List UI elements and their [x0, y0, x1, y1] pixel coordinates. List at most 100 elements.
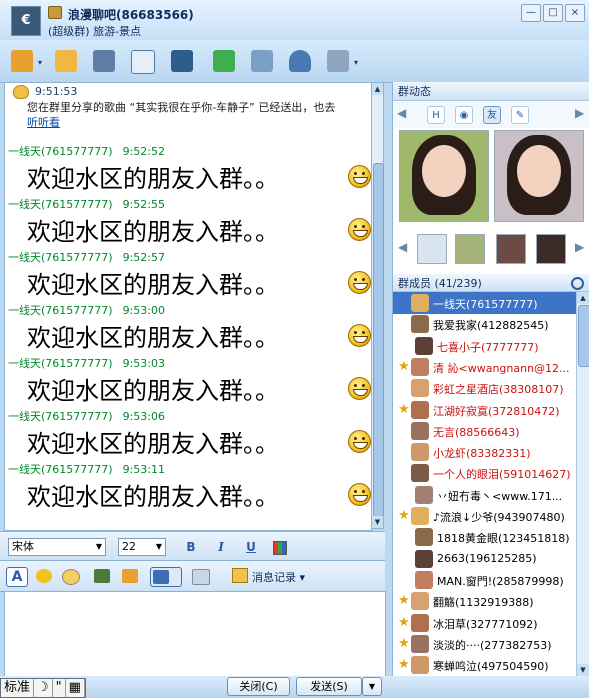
tab-friends[interactable]: 友	[483, 106, 501, 124]
avatar[interactable]	[411, 592, 429, 611]
member-item[interactable]: ★ 冰泪草(327771092)	[393, 612, 576, 634]
scroll-thumb[interactable]	[373, 163, 384, 517]
magic-emoticon-icon[interactable]	[60, 567, 80, 585]
font-size-select[interactable]: 22 ▼	[118, 538, 166, 556]
close-button[interactable]: 关闭(C)	[227, 677, 290, 696]
listen-link[interactable]: 听听看	[27, 116, 60, 129]
tab-posts[interactable]: ✎	[511, 106, 529, 124]
member-item[interactable]: 一个人的眼泪(591014627)	[393, 462, 576, 484]
group-home-icon[interactable]	[8, 47, 36, 75]
maximize-button[interactable]: □	[543, 4, 563, 22]
member-item[interactable]: ★ ♪流浪↓少爷(943907480)	[393, 505, 576, 527]
avatar[interactable]	[415, 570, 433, 589]
avatar[interactable]	[411, 357, 429, 376]
scroll-thumb[interactable]	[578, 305, 589, 367]
message-sender[interactable]: 一线天(761577777)	[8, 251, 113, 264]
member-scrollbar[interactable]: ▲ ▼	[576, 292, 589, 676]
group-album-icon[interactable]	[90, 47, 118, 75]
font-style-icon[interactable]: A	[6, 567, 28, 587]
avatar[interactable]	[411, 613, 429, 632]
minimize-button[interactable]: —	[521, 4, 541, 22]
bold-button[interactable]: B	[183, 540, 199, 554]
search-icon[interactable]	[571, 277, 584, 290]
voice-message-icon[interactable]	[190, 567, 218, 585]
message-history-button[interactable]: 消息记录 ▾	[232, 568, 305, 585]
color-palette-icon[interactable]	[273, 541, 287, 555]
prev-arrow-icon[interactable]: ◀	[398, 240, 407, 254]
shake-window-icon[interactable]	[120, 567, 140, 585]
member-item[interactable]: 我爱我家(412882545)	[393, 313, 576, 335]
ime-punctuation-icon[interactable]: "	[53, 679, 66, 697]
message-sender[interactable]: 一线天(761577777)	[8, 304, 113, 317]
ime-mode[interactable]: 标准	[1, 679, 35, 697]
member-item[interactable]: 彩虹之星酒店(38308107)	[393, 377, 576, 399]
avatar[interactable]	[411, 656, 429, 675]
group-notice-icon[interactable]	[210, 47, 238, 75]
avatar[interactable]	[411, 464, 429, 483]
member-item[interactable]: ★ 寒蝉鸣泣(497504590)	[393, 654, 576, 676]
group-card-icon[interactable]	[128, 47, 156, 75]
member-item[interactable]: ★ 翻觞(1132919388)	[393, 590, 576, 612]
italic-button[interactable]: I	[213, 540, 229, 554]
chevron-down-icon[interactable]: ▾	[38, 58, 42, 67]
member-item[interactable]: 一线天(761577777)	[393, 292, 576, 314]
scroll-up-icon[interactable]: ▲	[577, 292, 589, 304]
tab-home[interactable]: H	[427, 106, 445, 124]
avatar[interactable]	[411, 315, 429, 334]
member-item[interactable]: ★ 淡淡的····(277382753)	[393, 633, 576, 655]
avatar[interactable]	[411, 507, 429, 525]
more-apps-icon[interactable]	[324, 47, 352, 75]
featured-photo[interactable]	[494, 130, 584, 222]
member-item[interactable]: 丷妞冇毒丶<www.171...	[393, 484, 576, 506]
avatar[interactable]	[411, 400, 429, 419]
avatar[interactable]	[415, 485, 433, 504]
scroll-up-icon[interactable]: ▲	[372, 83, 383, 95]
member-item[interactable]: 无言(88566643)	[393, 420, 576, 442]
avatar[interactable]	[415, 528, 433, 547]
emoticon-icon[interactable]	[34, 567, 54, 585]
avatar[interactable]	[415, 549, 433, 568]
ime-halfwidth-icon[interactable]: ☽	[34, 679, 53, 697]
picture-icon[interactable]	[92, 567, 112, 585]
thumbnail[interactable]	[536, 234, 566, 264]
avatar[interactable]	[415, 336, 433, 355]
member-item[interactable]: 七喜小子(7777777)	[393, 335, 576, 357]
group-member-icon[interactable]	[286, 47, 314, 75]
underline-button[interactable]: U	[243, 540, 259, 554]
message-sender[interactable]: 一线天(761577777)	[8, 198, 113, 211]
thumbnail[interactable]	[496, 234, 526, 264]
member-item[interactable]: 2663(196125285)	[393, 548, 576, 570]
member-item[interactable]: MAN.窗門!(285879998)	[393, 569, 576, 591]
group-settings-icon[interactable]	[248, 47, 276, 75]
next-arrow-icon[interactable]: ▶	[575, 106, 584, 120]
scroll-down-icon[interactable]: ▼	[577, 664, 589, 676]
avatar[interactable]	[411, 421, 429, 440]
avatar[interactable]	[411, 443, 429, 462]
chevron-down-icon[interactable]: ▾	[354, 58, 358, 67]
member-item[interactable]: 1818黄金眼(123451818)	[393, 526, 576, 548]
avatar[interactable]	[411, 379, 429, 398]
avatar[interactable]	[417, 234, 447, 264]
message-sender[interactable]: 一线天(761577777)	[8, 463, 113, 476]
send-options-icon[interactable]: ▼	[362, 677, 382, 696]
ime-keyboard-icon[interactable]: ▦	[66, 679, 85, 697]
screenshot-icon[interactable]	[150, 567, 182, 587]
member-item[interactable]: ★ 清 訫<wwangnann@12...	[393, 356, 576, 378]
message-sender[interactable]: 一线天(761577777)	[8, 357, 113, 370]
chat-scrollbar[interactable]: ▲ ▼	[371, 82, 384, 529]
scroll-down-icon[interactable]: ▼	[372, 516, 383, 528]
group-game-icon[interactable]	[168, 47, 196, 75]
member-item[interactable]: ★ 江湖好寂寞(372810472)	[393, 399, 576, 421]
member-list[interactable]: 一线天(761577777) 我爱我家(412882545) 七喜小子(777777…	[393, 292, 576, 676]
message-sender[interactable]: 一线天(761577777)	[8, 410, 113, 423]
next-arrow-icon[interactable]: ▶	[575, 240, 584, 254]
thumbnail[interactable]	[455, 234, 485, 264]
message-sender[interactable]: 一线天(761577777)	[8, 145, 113, 158]
group-avatar[interactable]: €	[11, 6, 41, 36]
avatar[interactable]	[411, 634, 429, 653]
prev-arrow-icon[interactable]: ◀	[397, 106, 406, 120]
avatar[interactable]	[411, 294, 429, 312]
ime-status-bar[interactable]: 标准 ☽ " ▦	[0, 678, 86, 698]
close-window-button[interactable]: ×	[565, 4, 585, 22]
send-button[interactable]: 发送(S)	[296, 677, 362, 696]
